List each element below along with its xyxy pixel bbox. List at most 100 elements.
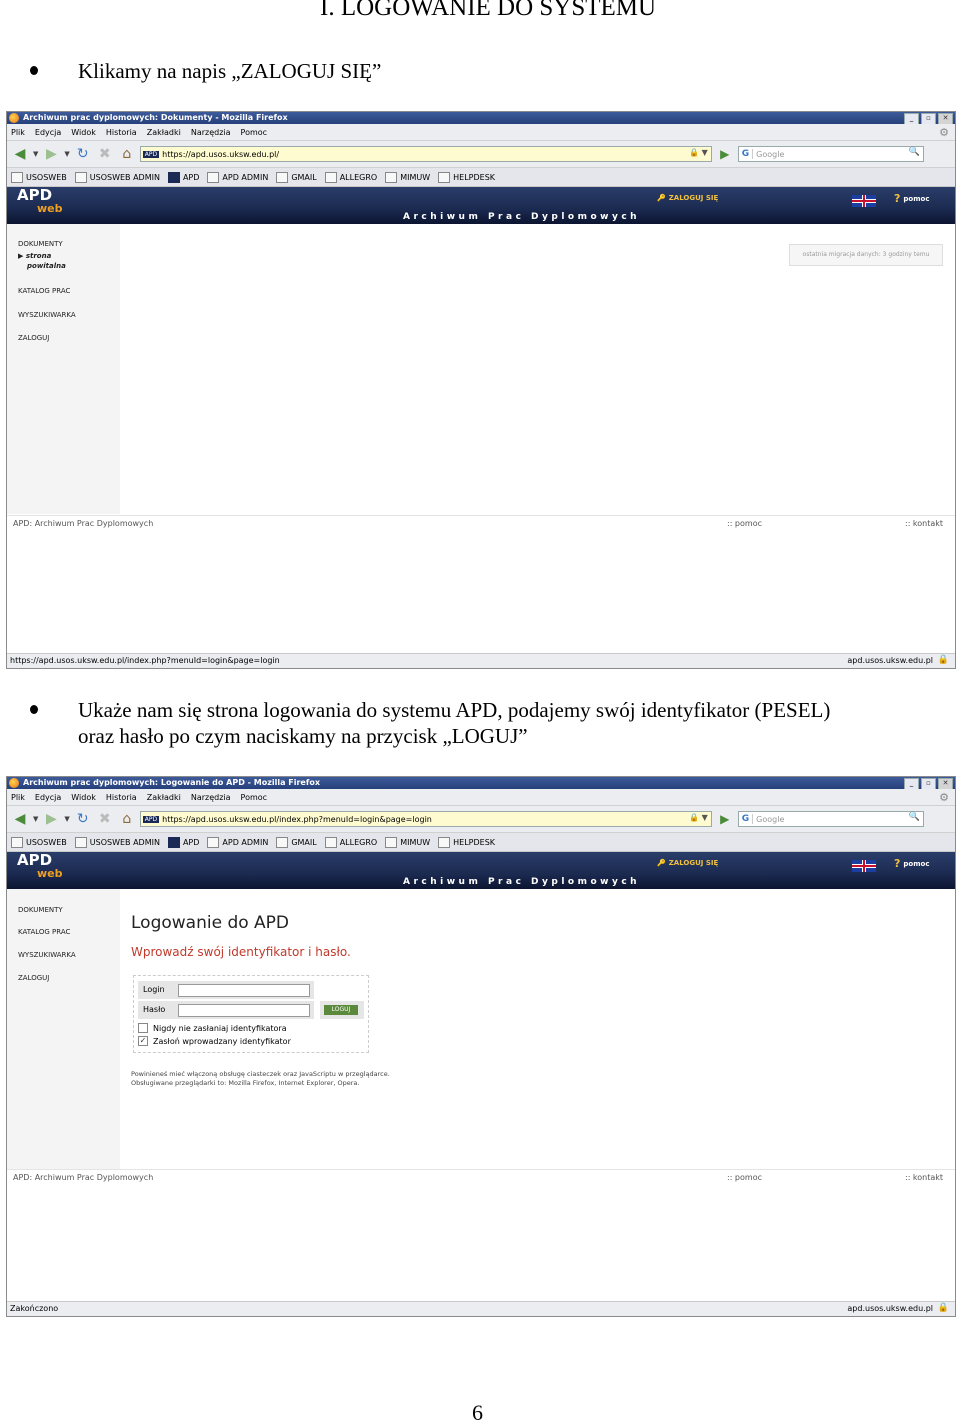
menu-widok[interactable]: Widok <box>71 128 96 137</box>
checkbox-checked-icon[interactable]: ✓ <box>138 1036 148 1046</box>
bookmark-icon <box>438 836 451 848</box>
bookmark-usosweb-admin[interactable]: USOSWEB ADMIN <box>74 171 160 183</box>
apd-logo[interactable]: APD <box>17 853 52 868</box>
back-icon[interactable]: ◀ <box>11 811 29 827</box>
address-bar[interactable]: APD https://apd.usos.uksw.edu.pl/ 🔒 ▼ <box>139 146 712 162</box>
checkbox-hide-id[interactable]: ✓ Zasłoń wprowadzany identyfikator <box>138 1036 291 1046</box>
menu-edycja[interactable]: Edycja <box>35 128 61 137</box>
zaloguj-sie-link[interactable]: 🔑 ZALOGUJ SIĘ <box>657 194 718 202</box>
login-input[interactable] <box>178 984 310 997</box>
address-url[interactable]: https://apd.usos.uksw.edu.pl/ <box>162 150 279 159</box>
address-url[interactable]: https://apd.usos.uksw.edu.pl/index.php?m… <box>162 815 432 824</box>
forward-dropdown-icon[interactable]: ▼ <box>64 150 69 158</box>
sidebar-item-dokumenty[interactable]: DOKUMENTY <box>18 906 63 914</box>
sidebar-subitem-strona[interactable]: ▶ strona <box>18 252 51 260</box>
sidebar-subitem-powitalna[interactable]: powitalna <box>27 262 66 270</box>
bookmark-mimuw[interactable]: MIMUW <box>385 836 430 848</box>
search-icon[interactable]: 🔍 <box>909 147 920 157</box>
footer-kontakt-link[interactable]: :: kontakt <box>905 1173 943 1182</box>
go-icon[interactable]: ▶ <box>716 811 734 827</box>
apd-tagline: Archiwum Prac Dyplomowych <box>403 877 641 887</box>
search-box[interactable]: G Google 🔍 <box>737 811 924 827</box>
bookmark-label: ALLEGRO <box>339 837 378 847</box>
sidebar-item-wyszukiwarka[interactable]: WYSZUKIWARKA <box>18 311 76 319</box>
search-box[interactable]: G Google 🔍 <box>737 146 924 162</box>
lock-icon[interactable]: 🔒 <box>938 655 949 665</box>
back-dropdown-icon[interactable]: ▼ <box>33 815 38 823</box>
pomoc-link[interactable]: ? pomoc <box>894 192 929 205</box>
bookmark-allegro[interactable]: ALLEGRO <box>324 836 378 848</box>
sidebar-subitem-strona-label: strona <box>25 252 52 260</box>
bookmark-helpdesk[interactable]: HELPDESK <box>438 171 495 183</box>
bookmark-usosweb-admin[interactable]: USOSWEB ADMIN <box>74 836 160 848</box>
menu-historia[interactable]: Historia <box>106 793 137 802</box>
lock-icon[interactable]: 🔒 <box>938 1303 949 1313</box>
menu-historia[interactable]: Historia <box>106 128 137 137</box>
bookmark-icon <box>276 836 289 848</box>
bookmark-icon <box>276 171 289 183</box>
bookmark-gmail[interactable]: GMAIL <box>276 836 317 848</box>
bookmark-usosweb[interactable]: USOSWEB <box>11 836 67 848</box>
back-dropdown-icon[interactable]: ▼ <box>33 150 38 158</box>
sidebar-item-zaloguj[interactable]: ZALOGUJ <box>18 974 49 982</box>
checkbox-unchecked-icon[interactable] <box>138 1023 148 1033</box>
sidebar-item-zaloguj[interactable]: ZALOGUJ <box>18 334 49 342</box>
bookmark-mimuw[interactable]: MIMUW <box>385 171 430 183</box>
stop-icon[interactable]: ✖ <box>96 146 114 162</box>
search-icon[interactable]: 🔍 <box>909 812 920 822</box>
reload-icon[interactable]: ↻ <box>74 146 92 162</box>
address-bar[interactable]: APD https://apd.usos.uksw.edu.pl/index.p… <box>139 811 712 827</box>
address-bar-end-icons: 🔒 ▼ <box>689 148 708 157</box>
back-icon[interactable]: ◀ <box>11 146 29 162</box>
bookmark-label: APD ADMIN <box>222 837 269 847</box>
bookmark-label: USOSWEB ADMIN <box>89 837 160 847</box>
bookmark-icon <box>207 836 220 848</box>
sidebar-item-katalog-prac[interactable]: KATALOG PRAC <box>18 287 70 295</box>
bookmark-apd[interactable]: APD <box>167 171 199 183</box>
bookmark-usosweb[interactable]: USOSWEB <box>11 171 67 183</box>
forward-icon[interactable]: ▶ <box>42 811 60 827</box>
forward-icon[interactable]: ▶ <box>42 146 60 162</box>
menu-edycja[interactable]: Edycja <box>35 793 61 802</box>
forward-dropdown-icon[interactable]: ▼ <box>64 815 69 823</box>
menu-plik[interactable]: Plik <box>11 793 25 802</box>
checkbox-never-hide[interactable]: Nigdy nie zasłaniaj identyfikatora <box>138 1023 287 1033</box>
menu-widok[interactable]: Widok <box>71 793 96 802</box>
footer-kontakt-link[interactable]: :: kontakt <box>905 519 943 528</box>
password-input[interactable] <box>178 1004 310 1017</box>
menu-zakladki[interactable]: Zakładki <box>147 793 181 802</box>
pomoc-link[interactable]: ? pomoc <box>894 857 929 870</box>
bookmark-apd-admin[interactable]: APD ADMIN <box>207 836 269 848</box>
menu-narzedzia[interactable]: Narzędzia <box>191 793 231 802</box>
bookmark-helpdesk[interactable]: HELPDESK <box>438 836 495 848</box>
apd-logo-web: web <box>37 867 63 880</box>
sidebar-item-katalog-prac[interactable]: KATALOG PRAC <box>18 928 70 936</box>
home-icon[interactable]: ⌂ <box>118 146 136 162</box>
sidebar-item-wyszukiwarka[interactable]: WYSZUKIWARKA <box>18 951 76 959</box>
go-icon[interactable]: ▶ <box>716 146 734 162</box>
bookmark-apd[interactable]: APD <box>167 836 199 848</box>
bookmark-icon <box>385 171 398 183</box>
stop-icon[interactable]: ✖ <box>96 811 114 827</box>
bookmark-gmail[interactable]: GMAIL <box>276 171 317 183</box>
zaloguj-sie-link[interactable]: 🔑 ZALOGUJ SIĘ <box>657 859 718 867</box>
loguj-button[interactable]: LOGUJ <box>324 1005 358 1015</box>
reload-icon[interactable]: ↻ <box>74 811 92 827</box>
bookmark-icon <box>324 171 337 183</box>
apd-logo[interactable]: APD <box>17 188 52 203</box>
sidebar-item-dokumenty[interactable]: DOKUMENTY <box>18 240 63 248</box>
footer-pomoc-link[interactable]: :: pomoc <box>727 1173 762 1182</box>
menu-narzedzia[interactable]: Narzędzia <box>191 128 231 137</box>
menu-zakladki[interactable]: Zakładki <box>147 128 181 137</box>
menu-pomoc[interactable]: Pomoc <box>241 793 268 802</box>
home-icon[interactable]: ⌂ <box>118 811 136 827</box>
footer-pomoc-link[interactable]: :: pomoc <box>727 519 762 528</box>
menu-plik[interactable]: Plik <box>11 128 25 137</box>
uk-flag-icon[interactable] <box>852 195 876 207</box>
bookmark-allegro[interactable]: ALLEGRO <box>324 171 377 183</box>
search-engine-icon[interactable]: G <box>739 149 754 159</box>
bookmark-apd-admin[interactable]: APD ADMIN <box>207 171 268 183</box>
menu-pomoc[interactable]: Pomoc <box>241 128 268 137</box>
uk-flag-icon[interactable] <box>852 860 876 872</box>
search-engine-icon[interactable]: G <box>739 814 754 824</box>
